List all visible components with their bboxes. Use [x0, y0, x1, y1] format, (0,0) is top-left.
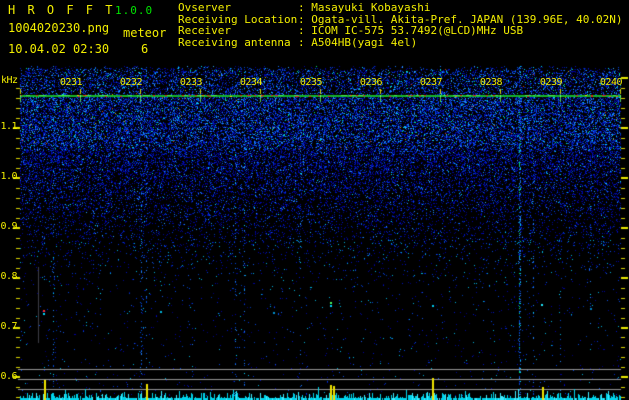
- time-axis-label: 0232: [119, 77, 143, 88]
- app-version: 1.0.0: [115, 4, 154, 17]
- frame-datetime: 10.04.02 02:30: [8, 42, 110, 56]
- frame-filename: 1004020230.png: [8, 21, 110, 35]
- freq-axis-label: 1.0: [0, 171, 17, 182]
- freq-axis-label: 0.7: [0, 321, 17, 332]
- time-axis-label: 0235: [299, 77, 323, 88]
- time-axis-label: 0234: [239, 77, 263, 88]
- info-value-receiver: : ICOM IC-575 53.7492(@LCD)MHz USB: [298, 24, 524, 37]
- time-axis-label: 0240: [599, 77, 623, 88]
- freq-axis-label: 0.6: [0, 371, 17, 382]
- meteor-count: 6: [141, 42, 149, 56]
- spectrogram-canvas: [0, 0, 629, 400]
- hrofft-frame: H R O F F T 1.0.0 1004020230.png meteor …: [0, 0, 629, 400]
- freq-axis-label: 1.1: [0, 121, 17, 132]
- info-label-observer: Ovserver: [178, 1, 231, 14]
- mode-label: meteor: [123, 26, 167, 40]
- time-axis-label: 0233: [179, 77, 203, 88]
- app-title: H R O F F T: [8, 3, 115, 17]
- freq-axis-label: 0.8: [0, 271, 17, 282]
- time-axis-label: 0239: [539, 77, 563, 88]
- info-value-observer: : Masayuki Kobayashi: [298, 1, 431, 14]
- info-value-antenna: : A504HB(yagi 4el): [298, 36, 418, 49]
- freq-axis-label: 0.9: [0, 221, 17, 232]
- time-axis-label: 0238: [479, 77, 503, 88]
- info-label-antenna: Receiving antenna: [178, 36, 291, 49]
- time-axis-label: 0231: [59, 77, 83, 88]
- freq-axis-unit: kHz: [1, 75, 18, 86]
- info-label-receiver: Receiver: [178, 24, 231, 37]
- time-axis-label: 0237: [419, 77, 443, 88]
- time-axis-label: 0236: [359, 77, 383, 88]
